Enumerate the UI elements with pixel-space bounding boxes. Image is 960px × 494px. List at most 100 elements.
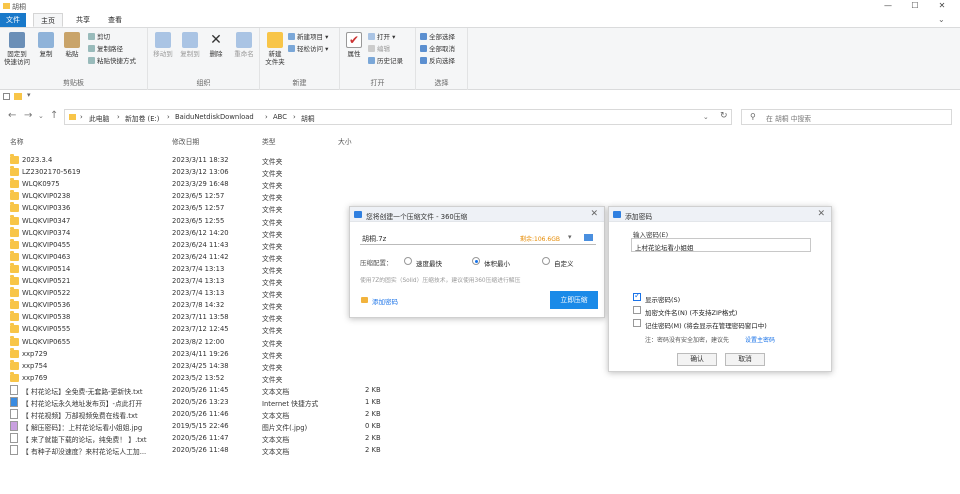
add-password-link[interactable]: 添加密码	[372, 296, 398, 306]
delete-button[interactable]: ✕ 删除	[204, 32, 228, 58]
maximize-icon[interactable]: ☐	[905, 1, 925, 10]
minimize-icon[interactable]: —	[878, 1, 898, 10]
edit-button[interactable]: 编辑	[368, 45, 390, 54]
set-master-password-link[interactable]: 设置主密码	[745, 335, 775, 344]
remember-password-label[interactable]: 记住密码(M) (将会显示在管理密码窗口中)	[645, 320, 767, 330]
filename-dropdown-icon[interactable]: ▾	[568, 233, 572, 241]
qat-dropdown-icon[interactable]: ▾	[27, 91, 31, 99]
crumb-this-pc[interactable]: 此电脑	[89, 113, 109, 123]
copy-to-button[interactable]: 复制到	[177, 32, 203, 58]
invert-selection-button[interactable]: 反向选择	[420, 57, 455, 66]
tab-share[interactable]: 共享	[68, 13, 98, 27]
ribbon-collapse-icon[interactable]: ⌄	[938, 15, 945, 24]
file-date: 2023/4/11 19:26	[172, 349, 229, 358]
address-dropdown-icon[interactable]: ⌄	[703, 113, 709, 121]
history-button[interactable]: 历史记录	[368, 57, 403, 66]
path-icon	[88, 45, 95, 52]
tab-home[interactable]: 主页	[33, 13, 63, 27]
cut-button[interactable]: 剪切	[88, 33, 110, 42]
file-row[interactable]: 【 村花视频】万部视频免费在线看.txt 2020/5/26 11:46 文本文档 2…	[0, 408, 470, 420]
file-date: 2023/6/24 11:43	[172, 240, 229, 249]
move-to-button[interactable]: 移动到	[150, 32, 176, 58]
file-name: 2023.3.4	[22, 156, 53, 164]
file-row[interactable]: 【 来了就能下载的论坛，纯免费！ 】.txt 2020/5/26 11:47 文本文…	[0, 432, 470, 444]
password-input[interactable]: 上村花论坛看小姐姐	[631, 238, 811, 252]
paste-button[interactable]: 粘贴	[60, 32, 84, 58]
crumb-baidunetdisk[interactable]: BaiduNetdiskDownload	[175, 113, 254, 121]
start-compress-button[interactable]: 立即压缩	[550, 291, 598, 309]
tab-file[interactable]: 文件	[0, 13, 26, 27]
copy-path-button[interactable]: 复制路径	[88, 45, 123, 54]
open-button[interactable]: 打开 ▾	[368, 33, 395, 42]
column-header-name[interactable]: 名称	[10, 136, 24, 146]
browse-folder-icon[interactable]	[584, 234, 593, 241]
address-bar[interactable]: › 此电脑 › 新加卷 (E:) › BaiduNetdiskDownload …	[64, 109, 732, 125]
tab-view[interactable]: 查看	[100, 13, 130, 27]
encrypt-filenames-label[interactable]: 加密文件名(N) (不支持ZIP格式)	[645, 307, 737, 317]
free-space-label: 剩余:106.6GB	[520, 236, 560, 243]
crumb-abc[interactable]: ABC	[273, 113, 287, 121]
file-type: 文件夹	[262, 375, 283, 384]
show-password-label[interactable]: 显示密码(S)	[645, 294, 680, 304]
rename-button[interactable]: 重命名	[230, 32, 258, 58]
option-custom-label[interactable]: 自定义	[554, 258, 574, 268]
file-row[interactable]: 【 村花论坛永久地址发布页】-点此打开 2020/5/26 13:23 Intern…	[0, 396, 470, 408]
option-smallest-radio[interactable]	[472, 257, 480, 265]
column-header-date[interactable]: 修改日期	[172, 136, 199, 146]
crumb-current[interactable]: 胡桐	[301, 113, 315, 123]
search-box[interactable]: ⚲ 在 胡桐 中搜索	[741, 109, 952, 125]
back-arrow-icon[interactable]: ←	[8, 110, 16, 121]
forward-arrow-icon[interactable]: →	[24, 110, 32, 121]
up-arrow-icon[interactable]: ↑	[50, 110, 58, 121]
file-row[interactable]: 【 解压密码】：上村花论坛看小姐姐.jpg 2019/5/15 22:46 图片文件…	[0, 420, 470, 432]
encrypt-filenames-checkbox[interactable]	[633, 306, 641, 314]
folder-row[interactable]: xxp729 2023/4/11 19:26 文件夹	[0, 347, 470, 360]
new-folder-icon	[267, 32, 283, 48]
folder-row[interactable]: WLQKVIP0555 2023/7/12 12:45 文件夹	[0, 323, 470, 335]
archive-filename-input[interactable]: 胡桐.7z 剩余:106.6GB ▾	[360, 231, 596, 245]
text-file-icon	[10, 384, 18, 395]
properties-button[interactable]: ✔ 属性	[342, 32, 366, 58]
option-fastest-label[interactable]: 速度最快	[416, 258, 442, 268]
close-icon[interactable]: ✕	[817, 209, 825, 219]
close-icon[interactable]: ✕	[932, 1, 952, 10]
pin-quick-access-button[interactable]: 固定到 快速访问	[2, 32, 32, 66]
quick-access-toolbar: ▾	[0, 90, 960, 102]
crumb-drive-e[interactable]: 新加卷 (E:)	[125, 113, 159, 123]
select-none-button[interactable]: 全部取消	[420, 45, 455, 54]
copy-button[interactable]: 复制	[34, 32, 58, 58]
folder-row[interactable]: xxp754 2023/4/25 14:38 文件夹	[0, 359, 470, 372]
remember-password-checkbox[interactable]	[633, 319, 641, 327]
column-header-type[interactable]: 类型	[262, 136, 276, 146]
refresh-icon[interactable]: ↻	[720, 111, 728, 121]
folder-row[interactable]: xxp769 2023/5/2 13:52 文件夹	[0, 371, 470, 384]
close-icon[interactable]: ✕	[590, 209, 598, 219]
select-all-icon	[420, 33, 427, 40]
new-folder-button[interactable]: 新建 文件夹	[262, 32, 288, 66]
password-cancel-button[interactable]: 取消	[725, 353, 765, 366]
option-fastest-radio[interactable]	[404, 257, 412, 265]
easy-access-button[interactable]: 轻松访问 ▾	[288, 45, 328, 54]
paste-shortcut-button[interactable]: 粘贴快捷方式	[88, 57, 136, 66]
select-all-button[interactable]: 全部选择	[420, 33, 455, 42]
option-custom-radio[interactable]	[542, 257, 550, 265]
password-note: 注：密码没有安全加密，建议先	[645, 337, 730, 344]
search-icon: ⚲	[750, 112, 756, 121]
file-size: 1 KB	[365, 398, 381, 406]
new-item-button[interactable]: 新建项目 ▾	[288, 33, 328, 42]
file-row[interactable]: 【 有种子却没速度？来村花论坛人工加... 2020/5/26 11:48 文本文档…	[0, 444, 470, 456]
recent-dropdown-icon[interactable]: ⌄	[38, 112, 44, 120]
folder-row[interactable]: LZ2302170-5619 2023/3/12 13:06 文件夹	[0, 166, 470, 178]
file-row[interactable]: 【 村花论坛】全免费-无套路-更新快.txt 2020/5/26 11:45 文本文…	[0, 384, 470, 396]
new-folder-qat-icon[interactable]	[14, 93, 22, 100]
password-ok-button[interactable]: 确认	[677, 353, 717, 366]
show-password-checkbox[interactable]	[633, 291, 641, 301]
folder-row[interactable]: WLQK0975 2023/3/29 16:48 文件夹	[0, 178, 470, 190]
file-type: 文件夹	[262, 242, 283, 251]
folder-row[interactable]: WLQKVIP0655 2023/8/2 12:00 文件夹	[0, 335, 470, 348]
folder-row[interactable]: WLQKVIP0238 2023/6/5 12:57 文件夹	[0, 190, 470, 202]
option-smallest-label[interactable]: 体积最小	[484, 258, 510, 268]
properties-qat-icon[interactable]	[3, 93, 10, 100]
folder-row[interactable]: 2023.3.4 2023/3/11 18:32 文件夹	[0, 154, 470, 166]
column-header-size[interactable]: 大小	[338, 136, 352, 146]
